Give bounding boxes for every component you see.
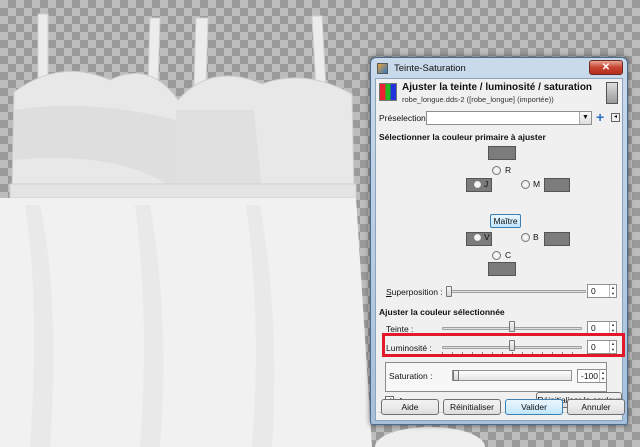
saturation-slider-thumb[interactable] xyxy=(453,370,459,381)
radio-blue[interactable] xyxy=(521,233,530,242)
label-yellow: J xyxy=(484,179,489,189)
swatch-cyan xyxy=(488,262,516,276)
label-cyan: C xyxy=(505,250,512,260)
radio-red[interactable] xyxy=(492,166,501,175)
overlap-slider[interactable] xyxy=(446,290,586,293)
overlap-slider-thumb[interactable] xyxy=(446,286,452,297)
saturation-value: -100 xyxy=(581,371,599,381)
hue-value: 0 xyxy=(591,323,596,333)
saturation-row: Saturation : -100 ▲ ▼ xyxy=(385,362,607,392)
dress-skirt xyxy=(0,198,372,447)
overlap-label: Superposition : xyxy=(386,287,443,297)
label-blue: B xyxy=(533,232,539,242)
dress-waistband xyxy=(9,183,357,199)
layer-thumbnail xyxy=(606,82,618,104)
radio-cyan[interactable] xyxy=(492,251,501,260)
label-magenta: M xyxy=(533,179,541,189)
header-subtitle: robe_longue.dds-2 ([robe_longue] (import… xyxy=(402,95,554,104)
radio-yellow[interactable] xyxy=(473,180,482,189)
saturation-slider[interactable] xyxy=(452,370,572,381)
chevron-down-icon[interactable]: ▼ xyxy=(579,112,591,124)
add-preset-icon[interactable]: + xyxy=(596,109,604,125)
dialog-title: Teinte-Saturation xyxy=(394,62,466,74)
gimp-app-icon xyxy=(377,62,388,74)
swatch-magenta xyxy=(544,178,570,192)
radio-green[interactable] xyxy=(473,233,482,242)
dialog-header: Ajuster la teinte / luminosité / saturat… xyxy=(378,81,620,106)
dress-hem-fragment xyxy=(375,427,485,447)
swatch-blue xyxy=(544,232,570,246)
header-title: Ajuster la teinte / luminosité / saturat… xyxy=(402,82,593,93)
close-button[interactable]: ✕ xyxy=(589,60,623,75)
spin-arrows-icon[interactable]: ▲ ▼ xyxy=(609,285,616,297)
label-red: R xyxy=(505,165,512,175)
dress-bodice-fold-2 xyxy=(176,110,262,192)
dialog-titlebar[interactable]: Teinte-Saturation ✕ xyxy=(371,58,627,78)
master-button[interactable]: Maître xyxy=(490,214,521,228)
adjust-section-title: Ajuster la couleur sélectionnée xyxy=(379,307,505,317)
hue-slider-thumb[interactable] xyxy=(509,321,515,332)
presets-combo[interactable]: ▼ xyxy=(426,111,592,125)
ok-button[interactable]: Valider xyxy=(505,399,563,415)
preset-menu-icon[interactable]: ◂ xyxy=(611,113,620,122)
hue-saturation-icon xyxy=(379,83,397,101)
saturation-label: Saturation : xyxy=(389,371,433,381)
swatch-red xyxy=(488,146,516,160)
help-button[interactable]: Aide xyxy=(381,399,439,415)
overlap-value: 0 xyxy=(591,286,596,296)
cancel-button[interactable]: Annuler xyxy=(567,399,625,415)
radio-magenta[interactable] xyxy=(521,180,530,189)
reset-button[interactable]: Réinitialiser xyxy=(443,399,501,415)
dialog-body: Ajuster la teinte / luminosité / saturat… xyxy=(375,78,623,421)
overlap-spinbox[interactable]: 0 ▲ ▼ xyxy=(587,284,617,298)
spin-arrows-icon[interactable]: ▲ ▼ xyxy=(599,370,606,382)
saturation-spinbox[interactable]: -100 ▲ ▼ xyxy=(577,369,607,383)
label-green: V xyxy=(484,232,490,242)
hue-saturation-dialog: Teinte-Saturation ✕ Ajuster la teinte / … xyxy=(370,57,628,425)
saturation-highlight-box xyxy=(382,333,625,357)
primary-section-title: Sélectionner la couleur primaire à ajust… xyxy=(379,132,546,142)
